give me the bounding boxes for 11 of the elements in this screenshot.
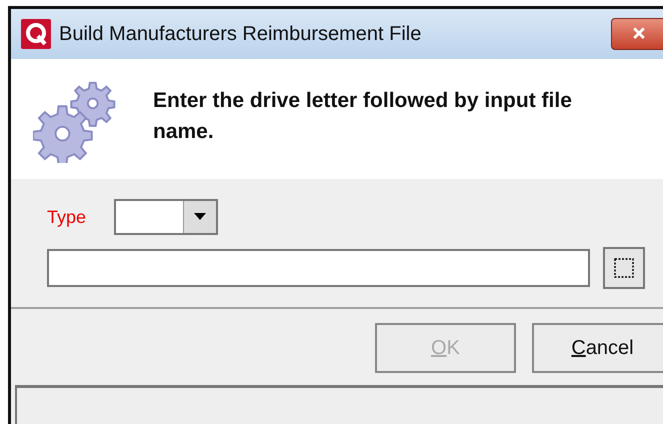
close-button[interactable] bbox=[611, 18, 663, 50]
browse-button[interactable] bbox=[603, 247, 645, 289]
dialog-button[interactable]: Cancel bbox=[532, 323, 663, 373]
instruction-text: Enter the drive letter followed by input file name. bbox=[153, 88, 573, 145]
window-title: Build Manufacturers Reimbursement File bbox=[59, 22, 422, 46]
file-path-field[interactable] bbox=[47, 249, 590, 287]
browse-icon bbox=[613, 257, 635, 279]
type-dropdown[interactable] bbox=[114, 199, 218, 235]
app-logo-icon bbox=[21, 19, 51, 49]
type-label: Type bbox=[47, 206, 86, 228]
dropdown-arrow-icon bbox=[194, 213, 206, 221]
